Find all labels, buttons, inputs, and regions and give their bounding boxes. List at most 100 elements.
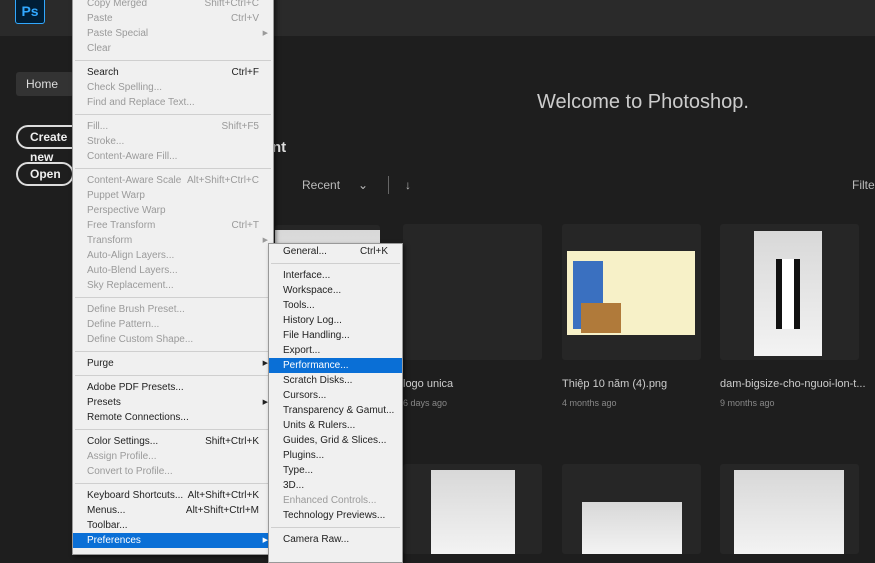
menu-item-label: Transform	[87, 235, 133, 246]
menu-item-label: Check Spelling...	[87, 82, 163, 93]
menu-item[interactable]: Copy Merged Shift+Ctrl+C	[73, 0, 273, 11]
menu-item[interactable]: Presets ▶	[73, 395, 273, 410]
menu-item[interactable]: Free Transform Ctrl+T	[73, 218, 273, 233]
open-button[interactable]: Open	[16, 162, 74, 186]
menu-item[interactable]: Performance...	[269, 358, 402, 373]
file-card[interactable]	[403, 224, 542, 360]
sort-dropdown[interactable]: Recent	[302, 178, 340, 192]
menu-separator	[269, 523, 402, 532]
menu-item-label: History Log...	[283, 315, 342, 326]
menu-item[interactable]: Adobe PDF Presets...	[73, 380, 273, 395]
menu-item[interactable]: Tools...	[269, 298, 402, 313]
menu-item[interactable]: Puppet Warp	[73, 188, 273, 203]
menu-item[interactable]: Camera Raw...	[269, 532, 402, 547]
menu-item[interactable]: History Log...	[269, 313, 402, 328]
menu-item[interactable]: Convert to Profile...	[73, 464, 273, 479]
menu-item[interactable]: Define Pattern...	[73, 317, 273, 332]
menu-item[interactable]: Auto-Align Layers...	[73, 248, 273, 263]
menu-separator	[73, 479, 273, 488]
menu-item[interactable]: Content-Aware Scale Alt+Shift+Ctrl+C	[73, 173, 273, 188]
file-name[interactable]: Thiệp 10 năm (4).png	[562, 378, 712, 390]
file-card[interactable]	[562, 464, 701, 554]
menu-item-label: Auto-Blend Layers...	[87, 265, 178, 276]
menu-item[interactable]: Technology Previews...	[269, 508, 402, 523]
divider	[388, 176, 389, 194]
menu-shortcut: Alt+Shift+Ctrl+M	[185, 505, 259, 516]
menu-item[interactable]: Content-Aware Fill...	[73, 149, 273, 164]
menu-item[interactable]: Type...	[269, 463, 402, 478]
menu-item[interactable]: Preferences ▶	[73, 533, 273, 548]
menu-separator	[73, 347, 273, 356]
menu-item-label: File Handling...	[283, 330, 350, 341]
menu-item-label: Toolbar...	[87, 520, 128, 531]
menu-item[interactable]: Check Spelling...	[73, 80, 273, 95]
menu-item[interactable]: Plugins...	[269, 448, 402, 463]
menu-item[interactable]: Transform ▶	[73, 233, 273, 248]
menu-item-label: Define Pattern...	[87, 319, 160, 330]
menu-item[interactable]: Define Custom Shape...	[73, 332, 273, 347]
menu-item[interactable]: Workspace...	[269, 283, 402, 298]
menu-item[interactable]: File Handling...	[269, 328, 402, 343]
menu-item[interactable]: Fill... Shift+F5	[73, 119, 273, 134]
menu-item[interactable]: Sky Replacement...	[73, 278, 273, 293]
file-date: 6 days ago	[403, 398, 448, 408]
menu-item-label: Workspace...	[283, 285, 342, 296]
menu-item-label: Content-Aware Fill...	[87, 151, 178, 162]
file-card[interactable]	[403, 464, 542, 554]
menu-item[interactable]: Interface...	[269, 268, 402, 283]
sidebar-item-home[interactable]: Home	[16, 72, 74, 96]
photoshop-logo: Ps	[15, 0, 45, 24]
menu-item[interactable]: Keyboard Shortcuts... Alt+Shift+Ctrl+K	[73, 488, 273, 503]
menu-item[interactable]: Remote Connections...	[73, 410, 273, 425]
menu-separator	[73, 110, 273, 119]
menu-item[interactable]: Auto-Blend Layers...	[73, 263, 273, 278]
menu-separator	[73, 164, 273, 173]
menu-item-label: Auto-Align Layers...	[87, 250, 175, 261]
filter-button[interactable]: Filter	[852, 178, 875, 192]
file-name[interactable]: logo unica	[403, 378, 553, 390]
chevron-down-icon[interactable]: ⌄	[358, 178, 368, 192]
menu-item-label: Scratch Disks...	[283, 375, 353, 386]
menu-item[interactable]: Define Brush Preset...	[73, 302, 273, 317]
menu-item[interactable]: Cursors...	[269, 388, 402, 403]
sort-direction-arrow-icon[interactable]: ↓	[405, 178, 411, 192]
menu-item[interactable]: Transparency & Gamut...	[269, 403, 402, 418]
menu-item[interactable]: Units & Rulers...	[269, 418, 402, 433]
menu-item[interactable]: Paste Special ▶	[73, 26, 273, 41]
thumbnail-image	[754, 231, 822, 356]
section-heading: nt	[272, 139, 287, 156]
file-card[interactable]	[720, 464, 859, 554]
menu-item[interactable]: Paste Ctrl+V	[73, 11, 273, 26]
menu-item[interactable]: Stroke...	[73, 134, 273, 149]
file-name[interactable]: dam-bigsize-cho-nguoi-lon-t...	[720, 378, 870, 390]
menu-shortcut: Ctrl+T	[231, 220, 260, 231]
menu-separator	[73, 425, 273, 434]
menu-item[interactable]: Export...	[269, 343, 402, 358]
menu-item[interactable]: Scratch Disks...	[269, 373, 402, 388]
menu-item-label: Presets	[87, 397, 121, 408]
menu-separator	[73, 371, 273, 380]
menu-item[interactable]: Color Settings... Shift+Ctrl+K	[73, 434, 273, 449]
menu-item[interactable]: Search Ctrl+F	[73, 65, 273, 80]
menu-item[interactable]: Enhanced Controls...	[269, 493, 402, 508]
file-card[interactable]	[562, 224, 701, 360]
welcome-heading: Welcome to Photoshop.	[537, 91, 749, 113]
preferences-submenu: General... Ctrl+K Interface... Workspace...…	[268, 243, 403, 563]
menu-item[interactable]: Guides, Grid & Slices...	[269, 433, 402, 448]
menu-item[interactable]: General... Ctrl+K	[269, 244, 402, 259]
menu-item[interactable]: Toolbar...	[73, 518, 273, 533]
menu-item-label: Perspective Warp	[87, 205, 166, 216]
menu-item[interactable]: 3D...	[269, 478, 402, 493]
menu-shortcut: Alt+Shift+Ctrl+K	[187, 490, 259, 501]
menu-item-label: Guides, Grid & Slices...	[283, 435, 387, 446]
menu-item[interactable]: Assign Profile...	[73, 449, 273, 464]
menu-item-label: Define Brush Preset...	[87, 304, 185, 315]
menu-item[interactable]: Clear	[73, 41, 273, 56]
menu-item[interactable]: Purge ▶	[73, 356, 273, 371]
menu-item[interactable]: Menus... Alt+Shift+Ctrl+M	[73, 503, 273, 518]
menu-item[interactable]: Find and Replace Text...	[73, 95, 273, 110]
file-card[interactable]	[720, 224, 859, 360]
menu-item-label: Export...	[283, 345, 321, 356]
menu-item-label: Stroke...	[87, 136, 125, 147]
menu-item[interactable]: Perspective Warp	[73, 203, 273, 218]
